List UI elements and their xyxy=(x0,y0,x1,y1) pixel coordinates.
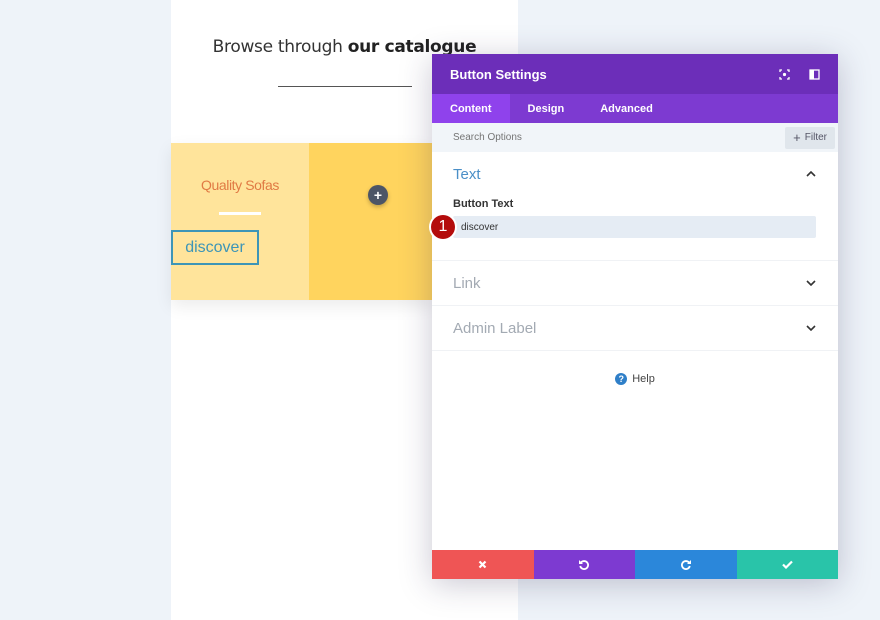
discover-button[interactable]: discover xyxy=(171,230,259,265)
modal-tabs: Content Design Advanced xyxy=(432,94,838,123)
search-options-input[interactable] xyxy=(453,132,786,143)
card-divider xyxy=(219,212,261,215)
add-module-button[interactable]: + xyxy=(368,185,388,205)
section-admin-header[interactable]: Admin Label xyxy=(432,306,838,350)
help-label: Help xyxy=(632,373,655,385)
column-left[interactable]: Quality Sofas discover xyxy=(171,143,309,300)
section-link: Link xyxy=(432,261,838,306)
chevron-up-icon[interactable] xyxy=(806,169,816,179)
modal-title: Button Settings xyxy=(450,66,547,82)
section-admin-title: Admin Label xyxy=(453,319,537,337)
help-link[interactable]: ? Help xyxy=(432,373,838,385)
undo-button[interactable] xyxy=(533,550,635,579)
heading-light-text: Browse through xyxy=(212,37,348,57)
section-text-header[interactable]: Text xyxy=(432,152,838,196)
search-bar: + Filter xyxy=(432,123,838,152)
button-text-label: Button Text xyxy=(453,198,514,210)
step-badge: 1 xyxy=(431,215,455,239)
filter-button[interactable]: + Filter xyxy=(785,126,835,149)
filter-label: Filter xyxy=(804,132,827,143)
button-text-field-wrap: 1 xyxy=(431,215,816,239)
section-text: Text Button Text 1 xyxy=(431,152,838,261)
heading-divider xyxy=(278,86,412,87)
chevron-down-icon[interactable] xyxy=(806,278,816,288)
check-icon xyxy=(781,560,793,569)
tab-advanced[interactable]: Advanced xyxy=(582,94,671,123)
redo-icon xyxy=(680,559,691,570)
modal-footer xyxy=(432,550,838,579)
tab-content[interactable]: Content xyxy=(432,94,510,123)
section-link-title: Link xyxy=(453,274,481,292)
close-icon xyxy=(478,560,487,569)
section-admin-label: Admin Label xyxy=(432,306,838,351)
save-button[interactable] xyxy=(736,550,838,579)
sidebar-toggle-icon[interactable] xyxy=(808,68,820,80)
plus-icon: + xyxy=(793,130,801,145)
modal-header: Button Settings xyxy=(432,54,838,94)
content-row: Quality Sofas discover + xyxy=(171,143,433,300)
column-right[interactable]: + xyxy=(309,143,433,300)
expand-icon[interactable] xyxy=(778,68,790,80)
card-title: Quality Sofas xyxy=(200,177,280,193)
help-icon: ? xyxy=(615,373,628,385)
cancel-button[interactable] xyxy=(432,550,534,579)
tab-design[interactable]: Design xyxy=(510,94,583,123)
plus-icon: + xyxy=(373,187,383,203)
button-text-input[interactable] xyxy=(453,216,816,238)
chevron-down-icon[interactable] xyxy=(806,323,816,333)
section-link-header[interactable]: Link xyxy=(432,261,838,305)
button-settings-modal: Button Settings Content Design Advanced … xyxy=(431,54,838,579)
redo-button[interactable] xyxy=(635,550,737,579)
undo-icon xyxy=(579,559,590,570)
section-text-title: Text xyxy=(453,165,481,183)
